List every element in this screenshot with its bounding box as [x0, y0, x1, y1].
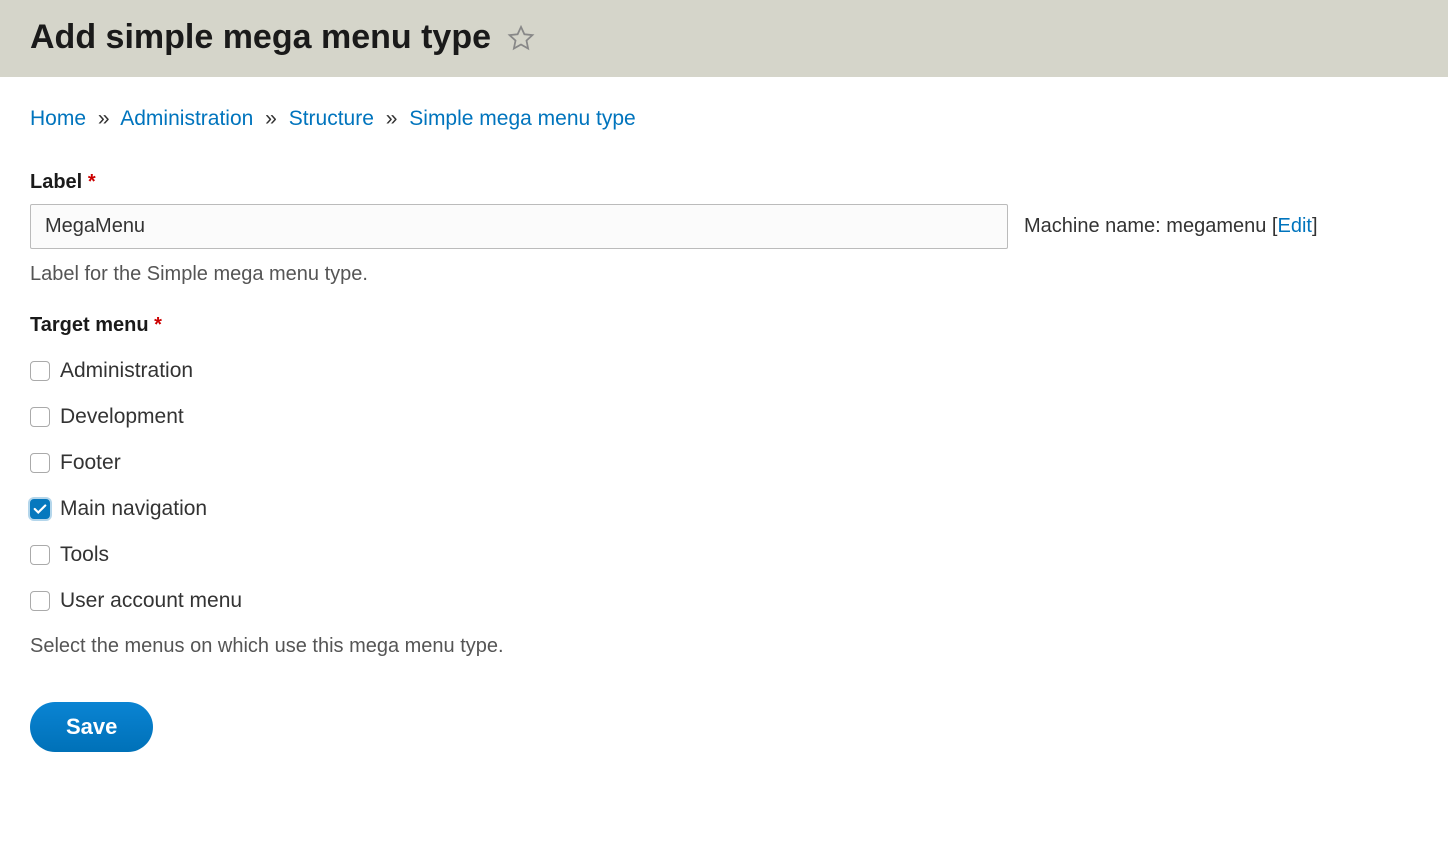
label-input[interactable] — [30, 204, 1008, 249]
checkbox-label[interactable]: Tools — [60, 543, 109, 567]
machine-name-display: Machine name: megamenu [Edit] — [1024, 215, 1318, 238]
header-bar: Add simple mega menu type — [0, 0, 1448, 77]
target-menu-checkbox-group: Administration Development Footer Main n… — [30, 359, 1418, 613]
breadcrumb-home[interactable]: Home — [30, 107, 86, 130]
checkbox-label[interactable]: Administration — [60, 359, 193, 383]
breadcrumb: Home » Administration » Structure » Simp… — [30, 107, 1418, 131]
checkbox-label[interactable]: Development — [60, 405, 184, 429]
checkbox-label[interactable]: Main navigation — [60, 497, 207, 521]
checkbox-item-tools[interactable]: Tools — [30, 543, 1418, 567]
bracket-close: ] — [1312, 215, 1318, 237]
checkbox-item-main-navigation[interactable]: Main navigation — [30, 497, 1418, 521]
breadcrumb-structure[interactable]: Structure — [289, 107, 374, 130]
star-icon[interactable] — [507, 24, 535, 52]
machine-name-prefix: Machine name: — [1024, 215, 1166, 237]
save-button[interactable]: Save — [30, 702, 153, 752]
breadcrumb-separator: » — [265, 107, 277, 130]
label-form-item: Label * Machine name: megamenu [Edit] La… — [30, 171, 1418, 286]
checkbox-item-development[interactable]: Development — [30, 405, 1418, 429]
check-icon — [33, 502, 47, 516]
checkbox-tools[interactable] — [30, 545, 50, 565]
checkbox-item-footer[interactable]: Footer — [30, 451, 1418, 475]
breadcrumb-administration[interactable]: Administration — [120, 107, 253, 130]
bracket-open: [ — [1266, 215, 1277, 237]
target-menu-label-text: Target menu — [30, 314, 149, 336]
label-field-label: Label * — [30, 171, 1418, 194]
breadcrumb-simple-mega-menu-type[interactable]: Simple mega menu type — [409, 107, 635, 130]
target-menu-label: Target menu * — [30, 314, 1418, 337]
breadcrumb-separator: » — [98, 107, 110, 130]
checkbox-label[interactable]: User account menu — [60, 589, 242, 613]
machine-name-edit-link[interactable]: Edit — [1277, 215, 1311, 237]
checkbox-item-administration[interactable]: Administration — [30, 359, 1418, 383]
label-description: Label for the Simple mega menu type. — [30, 263, 1418, 286]
checkbox-administration[interactable] — [30, 361, 50, 381]
page-title: Add simple mega menu type — [30, 18, 491, 57]
required-asterisk-icon: * — [154, 314, 162, 336]
checkbox-footer[interactable] — [30, 453, 50, 473]
breadcrumb-separator: » — [386, 107, 398, 130]
checkbox-development[interactable] — [30, 407, 50, 427]
checkbox-label[interactable]: Footer — [60, 451, 121, 475]
checkbox-user-account-menu[interactable] — [30, 591, 50, 611]
required-asterisk-icon: * — [88, 171, 96, 193]
checkbox-item-user-account-menu[interactable]: User account menu — [30, 589, 1418, 613]
label-text: Label — [30, 171, 82, 193]
target-menu-description: Select the menus on which use this mega … — [30, 635, 1418, 658]
checkbox-main-navigation[interactable] — [30, 499, 50, 519]
machine-name-value: megamenu — [1166, 215, 1266, 237]
target-menu-form-item: Target menu * Administration Development — [30, 314, 1418, 658]
label-input-row: Machine name: megamenu [Edit] — [30, 204, 1418, 249]
content-area: Home » Administration » Structure » Simp… — [0, 77, 1448, 782]
